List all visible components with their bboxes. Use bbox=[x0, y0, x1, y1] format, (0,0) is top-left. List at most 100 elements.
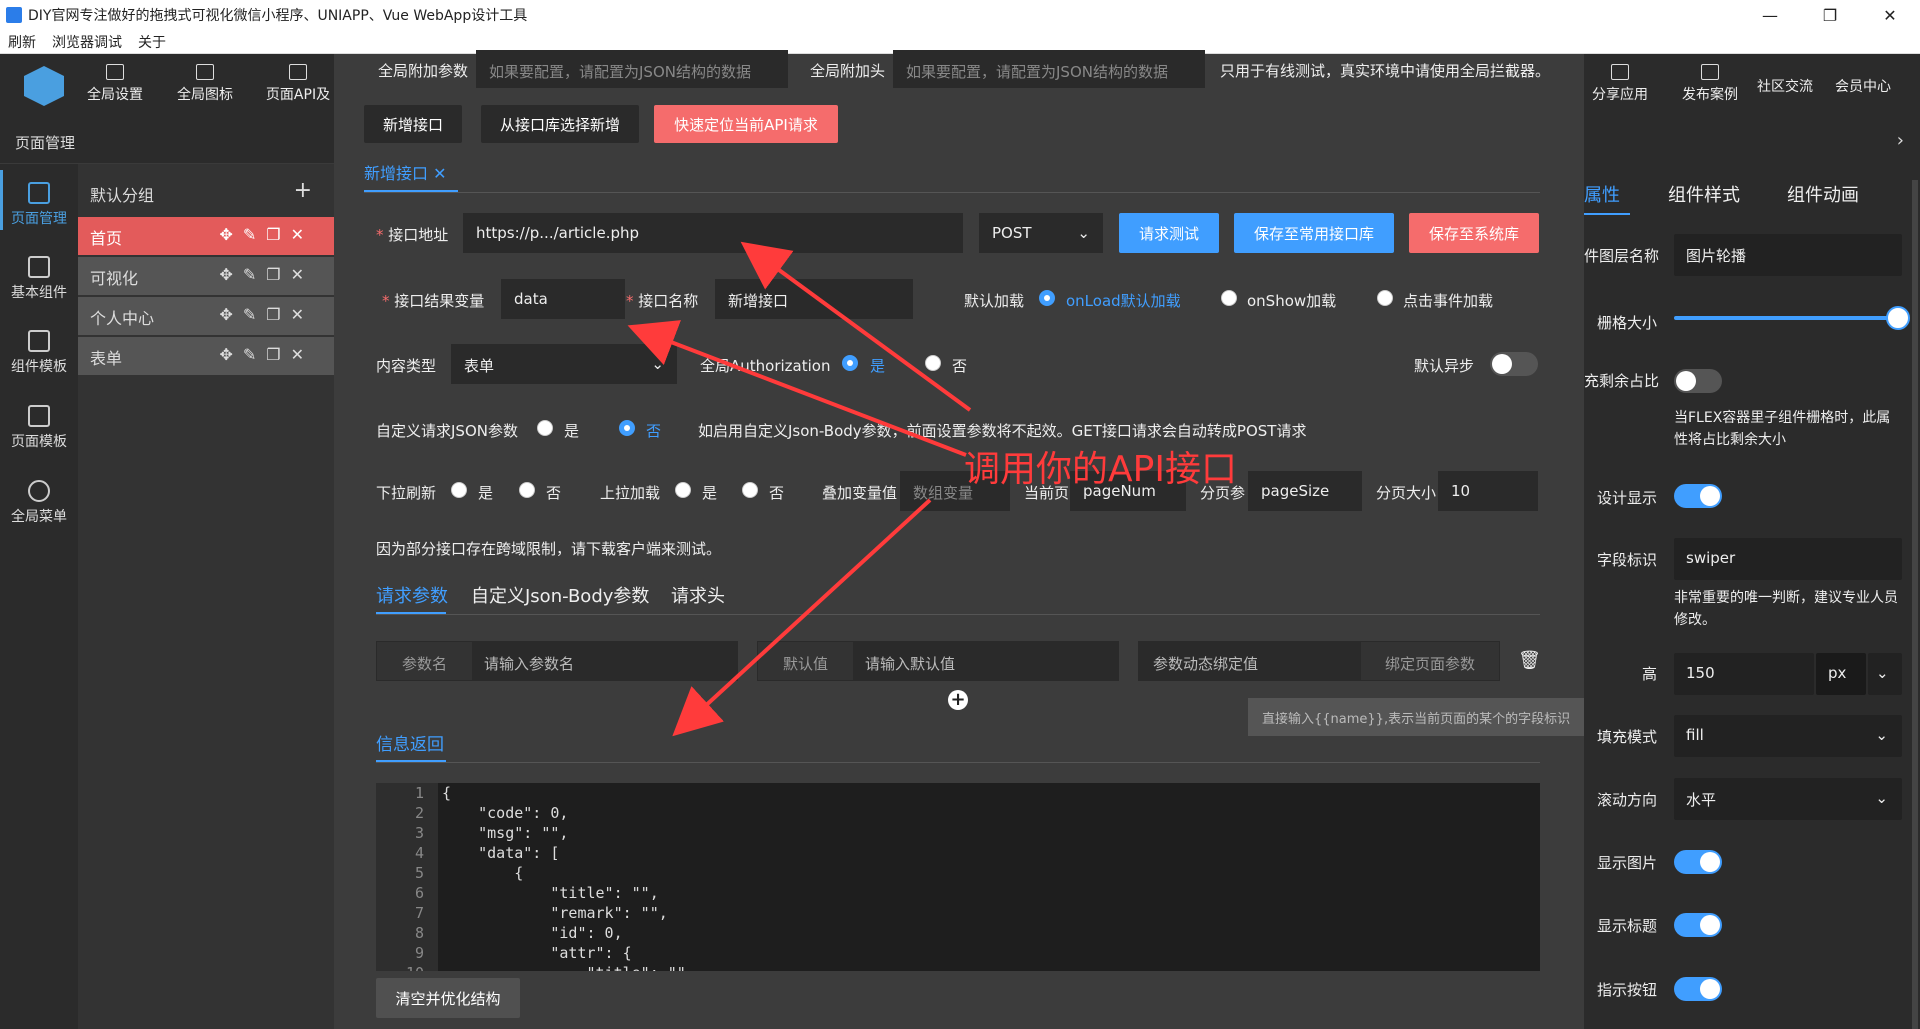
tab-custom-json-body[interactable]: 自定义Json-Body参数 bbox=[471, 582, 649, 608]
publish-case-button[interactable]: 发布案例 bbox=[1670, 64, 1750, 104]
result-var-input[interactable]: data bbox=[501, 279, 625, 319]
code-content: { "code": 0, "msg": "", "data": [ { "tit… bbox=[442, 783, 686, 971]
layer-name-input[interactable]: 图片轮播 bbox=[1674, 234, 1902, 276]
nav-page-templates[interactable]: 页面模板 bbox=[0, 405, 78, 451]
new-api-button[interactable]: 新增接口 bbox=[364, 105, 462, 143]
radio-pullup-yes[interactable] bbox=[675, 482, 691, 498]
indicator-toggle[interactable] bbox=[1674, 977, 1722, 1001]
bind-value-input[interactable]: 参数动态绑定值 bbox=[1139, 642, 1361, 680]
page-size-input[interactable]: 10 bbox=[1438, 471, 1538, 511]
radio-pulldown-no[interactable] bbox=[519, 482, 535, 498]
code-line: { bbox=[442, 784, 452, 802]
default-val-input[interactable]: 请输入默认值 bbox=[853, 642, 967, 680]
global-settings-button[interactable]: 全局设置 bbox=[75, 64, 155, 104]
select-from-library-button[interactable]: 从接口库选择新增 bbox=[481, 105, 639, 143]
page-item-actions[interactable]: ✥✎❐✕ bbox=[219, 305, 314, 324]
height-label: 高 bbox=[1642, 665, 1658, 683]
pagesize-param-input[interactable]: pageSize bbox=[1248, 471, 1362, 511]
page-api-button[interactable]: 页面API及 bbox=[258, 64, 338, 104]
response-code-editor[interactable]: 1 2 3 4 5 6 7 8 910 { "code": 0, "msg": "", "dat… bbox=[376, 783, 1540, 971]
param-row-bind: 参数动态绑定值 绑定页面参数 bbox=[1138, 641, 1500, 681]
community-button[interactable]: 社区交流 bbox=[1745, 76, 1825, 96]
page-item-profile[interactable]: 个人中心 ✥✎❐✕ bbox=[78, 297, 334, 335]
bind-page-param-button[interactable]: 绑定页面参数 bbox=[1361, 642, 1499, 680]
auth-yes-label: 是 bbox=[870, 357, 886, 375]
radio-click-event[interactable] bbox=[1377, 290, 1393, 306]
radio-custom-json-yes[interactable] bbox=[537, 420, 553, 436]
close-button[interactable]: ✕ bbox=[1860, 6, 1920, 25]
fill-mode-select[interactable]: fill ⌄ bbox=[1674, 715, 1902, 757]
request-test-button[interactable]: 请求测试 bbox=[1119, 213, 1219, 253]
database-icon bbox=[28, 405, 50, 427]
nav-component-templates[interactable]: 组件模板 bbox=[0, 330, 78, 376]
fill-rest-note: 当FLEX容器里子组件栅格时，此属性将占比剩余大小 bbox=[1674, 410, 1891, 448]
menu-about[interactable]: 关于 bbox=[130, 32, 174, 52]
nav-global-menu[interactable]: 全局菜单 bbox=[0, 480, 78, 526]
async-toggle[interactable] bbox=[1490, 352, 1538, 376]
share-app-button[interactable]: 分享应用 bbox=[1580, 64, 1660, 104]
tab-component-style[interactable]: 组件样式 bbox=[1668, 181, 1740, 207]
member-center-button[interactable]: 会员中心 bbox=[1823, 76, 1903, 96]
code-line: "title": "", bbox=[442, 884, 659, 902]
show-title-toggle[interactable] bbox=[1674, 913, 1722, 937]
tab-request-params[interactable]: 请求参数 bbox=[376, 582, 448, 608]
code-line: "data": [ bbox=[442, 844, 560, 862]
brand-logo-icon bbox=[24, 66, 64, 106]
page-item-actions[interactable]: ✥✎❐✕ bbox=[219, 265, 314, 284]
radio-pulldown-yes[interactable] bbox=[451, 482, 467, 498]
page-item-actions[interactable]: ✥✎❐✕ bbox=[219, 225, 314, 244]
add-param-icon[interactable]: + bbox=[948, 690, 968, 710]
global-header-input[interactable]: 如果要配置，请配置为JSON结构的数据 bbox=[893, 50, 1205, 88]
layer-name-label: 件图层名称 bbox=[1584, 247, 1660, 265]
radio-custom-json-no[interactable] bbox=[619, 420, 635, 436]
global-icons-button[interactable]: 全局图标 bbox=[165, 64, 245, 104]
page-item-home[interactable]: 首页 ✥✎❐✕ bbox=[78, 217, 334, 255]
method-select[interactable]: POST ⌄ bbox=[979, 213, 1103, 253]
slider-handle[interactable] bbox=[1886, 306, 1910, 330]
chevron-right-icon[interactable]: › bbox=[1897, 130, 1904, 151]
line-number: 3 bbox=[414, 824, 424, 842]
pullup-label: 上拉加载 bbox=[600, 484, 661, 502]
tab-component-animation[interactable]: 组件动画 bbox=[1787, 181, 1859, 207]
scrollbar[interactable] bbox=[1912, 180, 1918, 1029]
api-name-input[interactable]: 新增接口 bbox=[715, 279, 913, 319]
radio-auth-no[interactable] bbox=[925, 355, 941, 371]
url-input[interactable]: https://p.../article.php bbox=[463, 213, 963, 253]
page-item-form[interactable]: 表单 ✥✎❐✕ bbox=[78, 337, 334, 375]
height-input[interactable]: 150 bbox=[1674, 653, 1814, 695]
code-line: "msg": "", bbox=[442, 824, 569, 842]
clear-optimize-button[interactable]: 清空并优化结构 bbox=[376, 978, 520, 1018]
close-tab-icon[interactable]: ✕ bbox=[433, 164, 446, 183]
save-common-button[interactable]: 保存至常用接口库 bbox=[1234, 213, 1394, 253]
minimize-button[interactable]: — bbox=[1740, 6, 1800, 25]
trash-icon[interactable]: 🗑 bbox=[1518, 650, 1541, 671]
tab-new-api[interactable]: 新增接口 ✕ bbox=[364, 160, 447, 184]
maximize-button[interactable]: ❐ bbox=[1800, 6, 1860, 25]
height-unit-dropdown[interactable]: ⌄ bbox=[1868, 653, 1902, 695]
page-item-visual[interactable]: 可视化 ✥✎❐✕ bbox=[78, 257, 334, 295]
radio-pullup-no[interactable] bbox=[742, 482, 758, 498]
nav-page-manager[interactable]: 页面管理 bbox=[0, 182, 78, 228]
add-page-icon[interactable]: + bbox=[294, 178, 312, 203]
locate-api-button[interactable]: 快速定位当前API请求 bbox=[654, 105, 838, 143]
scroll-direction-select[interactable]: 水平 ⌄ bbox=[1674, 778, 1902, 820]
nav-basic-components[interactable]: 基本组件 bbox=[0, 256, 78, 302]
tab-properties[interactable]: 属性 bbox=[1584, 181, 1620, 207]
page-item-actions[interactable]: ✥✎❐✕ bbox=[219, 345, 314, 364]
menu-refresh[interactable]: 刷新 bbox=[0, 32, 44, 52]
radio-onload[interactable] bbox=[1039, 290, 1055, 306]
field-id-input[interactable]: swiper bbox=[1674, 538, 1902, 580]
radio-onshow[interactable] bbox=[1221, 290, 1237, 306]
radio-auth-yes[interactable] bbox=[842, 355, 858, 371]
save-system-button[interactable]: 保存至系统库 bbox=[1409, 213, 1539, 253]
param-name-input[interactable]: 请输入参数名 bbox=[472, 642, 586, 680]
fill-rest-toggle[interactable] bbox=[1674, 369, 1722, 393]
menu-browser-debug[interactable]: 浏览器调试 bbox=[44, 32, 130, 52]
global-params-input[interactable]: 如果要配置，请配置为JSON结构的数据 bbox=[476, 50, 788, 88]
grid-size-slider[interactable] bbox=[1674, 316, 1902, 320]
tab-response[interactable]: 信息返回 bbox=[376, 730, 444, 755]
tab-request-headers[interactable]: 请求头 bbox=[671, 582, 725, 608]
design-show-toggle[interactable] bbox=[1674, 484, 1722, 508]
content-type-select[interactable]: 表单 ⌄ bbox=[451, 344, 677, 384]
show-image-toggle[interactable] bbox=[1674, 850, 1722, 874]
